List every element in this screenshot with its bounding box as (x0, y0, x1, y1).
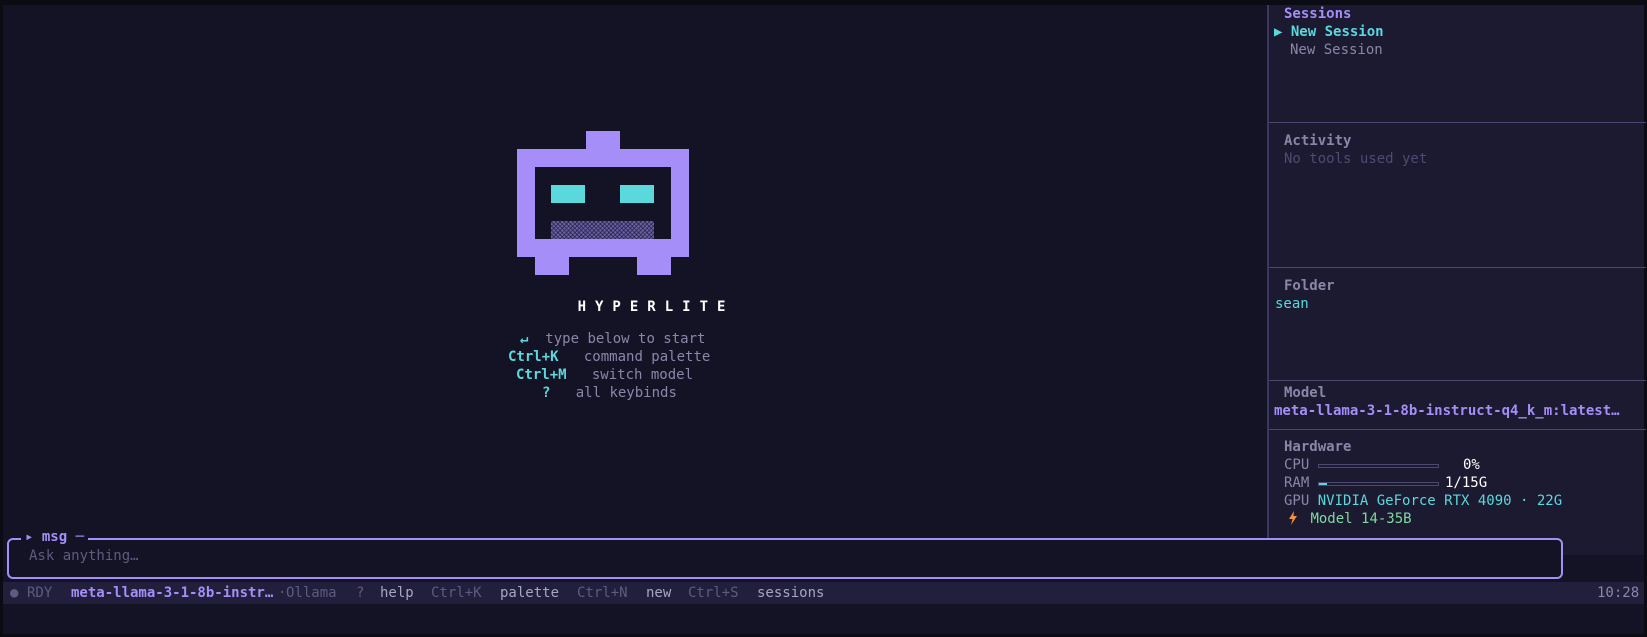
shortcut-sessions-label[interactable]: sessions (757, 585, 824, 601)
hint-keybinds-key: ? (542, 385, 551, 401)
gpu-row: GPU NVIDIA GeForce RTX 4090 · 22G (1284, 493, 1562, 509)
hardware-panel: Hardware CPU 0% RAM 1/15G GPU NVIDIA GeF… (1269, 430, 1644, 555)
prompt-arrow-icon: ▸ (25, 529, 34, 545)
hint-keybinds: ? all keybinds (542, 385, 677, 401)
ram-usage-bar (1318, 482, 1439, 486)
ram-label: RAM (1284, 475, 1310, 491)
hint-command-palette-text: command palette (583, 349, 711, 365)
activity-panel: Activity No tools used yet (1269, 123, 1644, 267)
model-title: Model (1284, 385, 1327, 401)
status-model[interactable]: meta-llama-3-1-8b-instr… (71, 585, 273, 601)
ram-value: 1/15G (1445, 475, 1488, 491)
message-box: ▸ msg ─ (7, 529, 1563, 579)
session-item-active[interactable]: ▶ New Session (1274, 24, 1384, 40)
folder-value[interactable]: sean (1275, 296, 1309, 312)
shortcut-new-label[interactable]: new (646, 585, 671, 601)
hint-command-palette-key: Ctrl+K (508, 349, 559, 365)
model-panel: Model meta-llama-3-1-8b-instruct-q4_k_m:… (1269, 381, 1644, 429)
model-size-value: Model 14-35B (1310, 511, 1412, 527)
cpu-row: CPU (1284, 457, 1309, 473)
session-item-label: New Session (1290, 24, 1384, 40)
hint-switch-model-key: Ctrl+M (516, 367, 567, 383)
hint-keybinds-text: all keybinds (575, 385, 677, 401)
status-bar: ● RDY meta-llama-3-1-8b-instr… · Ollama … (3, 582, 1644, 604)
status-dot-icon: ● (10, 585, 19, 601)
app-window: HYPERLITE ↵ type below to start Ctrl+K c… (3, 5, 1646, 634)
ram-usage-fill (1319, 483, 1327, 485)
label-rule: ─ (75, 529, 85, 545)
folder-title: Folder (1284, 278, 1335, 294)
sessions-panel: Sessions ▶ New Session New Session (1269, 5, 1644, 123)
model-value[interactable]: meta-llama-3-1-8b-instruct-q4_k_m:latest… (1274, 403, 1620, 419)
hint-switch-model-text: switch model (591, 367, 694, 383)
active-arrow-icon: ▶ (1274, 24, 1283, 40)
activity-title: Activity (1284, 133, 1352, 149)
sessions-title: Sessions (1284, 6, 1352, 22)
cpu-label: CPU (1284, 457, 1310, 473)
status-clock: 10:28 (1597, 585, 1640, 601)
brand-title: HYPERLITE (577, 299, 735, 315)
message-box-label: ▸ msg ─ (21, 529, 89, 545)
gpu-label: GPU (1284, 493, 1310, 509)
shortcut-sessions-key: Ctrl+S (688, 585, 739, 601)
folder-panel: Folder sean (1269, 268, 1644, 380)
hint-start: ↵ type below to start (520, 331, 705, 347)
enter-icon: ↵ (520, 331, 529, 347)
lightning-icon (1289, 511, 1297, 525)
session-item[interactable]: New Session (1290, 42, 1383, 58)
cpu-usage-bar (1318, 464, 1439, 468)
hint-command-palette: Ctrl+K command palette (508, 349, 710, 365)
sidebar: Sessions ▶ New Session New Session Activ… (1267, 5, 1646, 555)
activity-empty-text: No tools used yet (1284, 151, 1428, 167)
hardware-title: Hardware (1284, 439, 1352, 455)
chat-pane: HYPERLITE ↵ type below to start Ctrl+K c… (3, 5, 1267, 555)
shortcut-palette-label[interactable]: palette (500, 585, 559, 601)
hint-start-text: type below to start (545, 331, 706, 347)
cpu-value: 0% (1463, 457, 1480, 473)
hint-switch-model: Ctrl+M switch model (516, 367, 693, 383)
gpu-value: NVIDIA GeForce RTX 4090 · 22G (1317, 493, 1563, 509)
shortcut-new-key: Ctrl+N (577, 585, 628, 601)
shortcut-palette-key: Ctrl+K (431, 585, 482, 601)
shortcut-help-label[interactable]: help (380, 585, 414, 601)
model-size-row: Model 14-35B (1288, 511, 1412, 527)
message-label-text: msg (41, 529, 68, 545)
session-item-label: New Session (1290, 42, 1383, 58)
status-provider: Ollama (286, 585, 337, 601)
shortcut-help-key: ? (356, 585, 365, 601)
ram-row: RAM (1284, 475, 1309, 491)
message-input[interactable] (29, 548, 1529, 564)
status-text: RDY (27, 585, 53, 601)
